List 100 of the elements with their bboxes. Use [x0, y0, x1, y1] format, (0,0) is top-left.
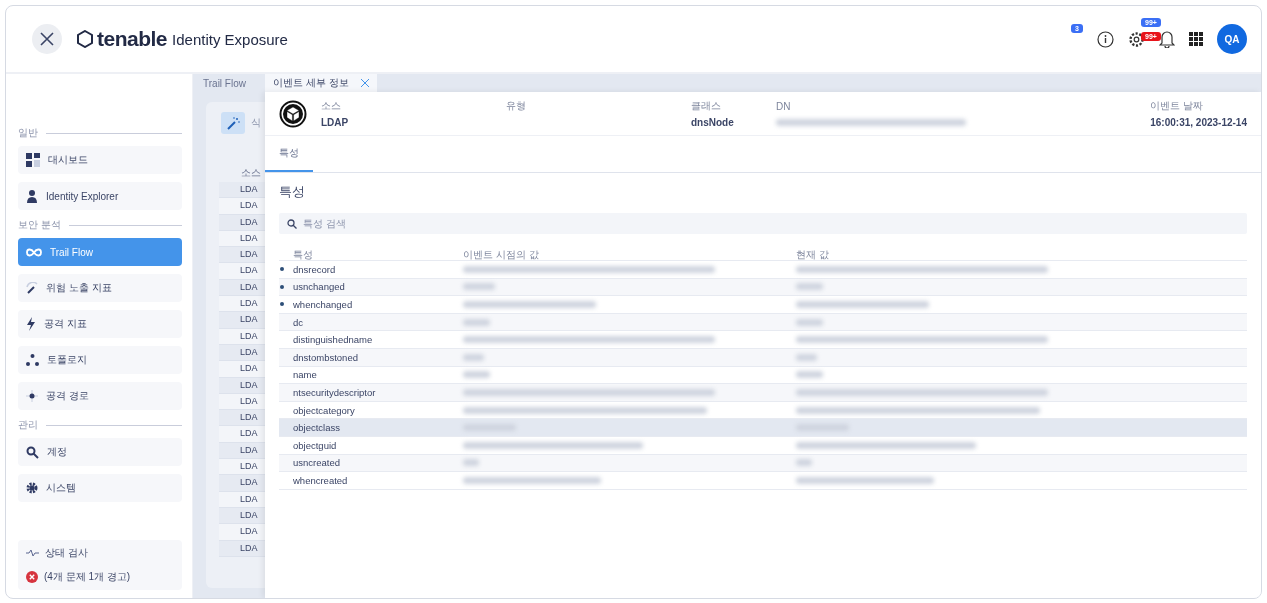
brand-name: tenable — [97, 27, 168, 51]
sidebar-item[interactable]: 위험 노출 지표 — [18, 274, 182, 302]
field-label: 유형 — [506, 98, 527, 113]
error-icon — [26, 571, 38, 583]
redacted-value — [796, 371, 823, 379]
settings-icon[interactable] — [1128, 30, 1145, 48]
search-icon — [26, 445, 39, 459]
cube-icon — [279, 99, 307, 128]
table-cell-text: LDA — [240, 427, 258, 441]
user-avatar[interactable]: QA — [1217, 24, 1247, 54]
section-label: 관리 — [18, 418, 38, 432]
target-icon — [26, 390, 38, 402]
tab[interactable]: Trail Flow — [195, 74, 265, 92]
attribute-name: usnchanged — [293, 281, 346, 293]
logo-icon — [76, 30, 94, 48]
table-cell-text: LDA — [240, 460, 258, 474]
bolt-icon — [26, 317, 36, 331]
redacted-value — [796, 459, 812, 467]
sidebar-item[interactable]: 계정 — [18, 438, 182, 466]
attribute-name: whenchanged — [293, 299, 354, 310]
attribute-name: dnsrecord — [293, 263, 337, 275]
bell-icon[interactable] — [1159, 30, 1175, 48]
table-row[interactable]: whencreated — [279, 471, 1247, 490]
redacted-value — [463, 459, 479, 467]
person-icon — [26, 189, 38, 203]
table-row[interactable]: distinguishedname — [279, 330, 1247, 348]
attribute-name: ntsecuritydescriptor — [293, 386, 377, 398]
table-row[interactable]: ntsecuritydescriptor — [279, 383, 1247, 401]
column-header: 현재 값 — [796, 248, 830, 262]
table-cell-text: LDA — [240, 329, 258, 343]
attribute-name: dc — [293, 316, 305, 328]
gauge-icon — [26, 282, 38, 294]
table-cell-text: LDA — [240, 313, 258, 327]
section-label: 일반 — [18, 126, 38, 140]
tab[interactable]: 이벤트 세부 정보 — [265, 74, 377, 92]
topology-icon — [26, 354, 39, 366]
section-label: 보안 분석 — [18, 218, 61, 232]
attribute-name: objectclass — [293, 422, 341, 434]
attribute-name: objectcategory — [293, 404, 356, 416]
attribute-name: objectguid — [293, 439, 338, 451]
table-cell-text: LDA — [240, 411, 258, 425]
table-cell-text: LDA — [240, 199, 258, 213]
table-cell-text: LDA — [240, 476, 258, 490]
product-name: Identity Exposure — [172, 30, 288, 48]
table-cell-text: LDA — [240, 215, 258, 229]
table-row[interactable]: whenchanged — [279, 295, 1247, 313]
table-cell-text: LDA — [240, 231, 258, 245]
sidebar-item[interactable]: Identity Explorer — [18, 182, 182, 210]
tab[interactable]: 특성 — [265, 136, 313, 172]
heartbeat-icon — [26, 549, 39, 557]
table-cell-text: LDA — [240, 183, 258, 196]
table-cell-text: LDA — [240, 443, 258, 457]
magic-wand-button[interactable] — [221, 112, 245, 134]
close-icon[interactable] — [360, 79, 369, 87]
sidebar-item[interactable]: 토폴로지 — [18, 346, 182, 374]
attribute-name: whencreated — [293, 474, 349, 486]
redacted-value — [796, 353, 818, 361]
field-value: 16:00:31, 2023-12-14 — [1150, 117, 1247, 128]
search-icon — [287, 219, 297, 229]
sidebar-item[interactable]: 공격 지표 — [18, 310, 182, 338]
attribute-name: usncreated — [293, 457, 341, 469]
redacted-value — [796, 318, 823, 326]
table-row[interactable]: objectclass — [279, 418, 1247, 436]
table-cell-text: LDA — [240, 264, 258, 278]
redacted-value — [463, 353, 485, 361]
sidebar-item[interactable]: 대시보드 — [18, 146, 182, 174]
section-title: 특성 — [279, 183, 306, 201]
field-label: 이벤트 날짜 — [1150, 99, 1205, 113]
column-header: 특성 — [293, 248, 314, 262]
table-cell-text: LDA — [240, 280, 258, 294]
health-status: (4개 문제 1개 경고) — [44, 570, 131, 584]
table-cell-text: LDA — [240, 525, 258, 539]
infinity-icon — [26, 247, 42, 257]
column-header: 이벤트 시점의 값 — [463, 248, 540, 262]
redacted-value — [796, 283, 823, 291]
info-icon[interactable] — [1097, 30, 1114, 48]
magic-wand-icon — [226, 116, 240, 130]
search-field[interactable]: 특성 검색 — [279, 213, 1247, 234]
field-label: 클래스 — [691, 99, 722, 113]
attribute-name: name — [293, 369, 318, 381]
dashboard-icon — [26, 153, 40, 167]
sidebar-item[interactable]: 시스템 — [18, 474, 182, 502]
apps-grid-icon[interactable] — [1189, 32, 1203, 46]
redacted-value — [463, 318, 490, 326]
redacted-value — [463, 283, 495, 291]
column-header: 소스 — [241, 166, 261, 180]
close-button[interactable] — [32, 24, 62, 54]
table-cell-text: LDA — [240, 541, 258, 555]
table-cell-text: LDA — [240, 492, 258, 506]
field-value: LDAP — [321, 117, 350, 128]
table-cell-text: LDA — [240, 394, 258, 408]
table-cell-text: LDA — [240, 297, 258, 311]
attribute-name: distinguishedname — [293, 334, 374, 346]
field-label: DN — [776, 101, 792, 112]
table-cell-text: LDA — [240, 248, 258, 262]
sidebar-item[interactable]: 공격 경로 — [18, 382, 182, 410]
health-check-title[interactable]: 상태 검사 — [45, 546, 88, 560]
gear-icon — [26, 482, 38, 494]
field-label: 소스 — [321, 99, 342, 113]
table-cell-text: LDA — [240, 508, 258, 522]
